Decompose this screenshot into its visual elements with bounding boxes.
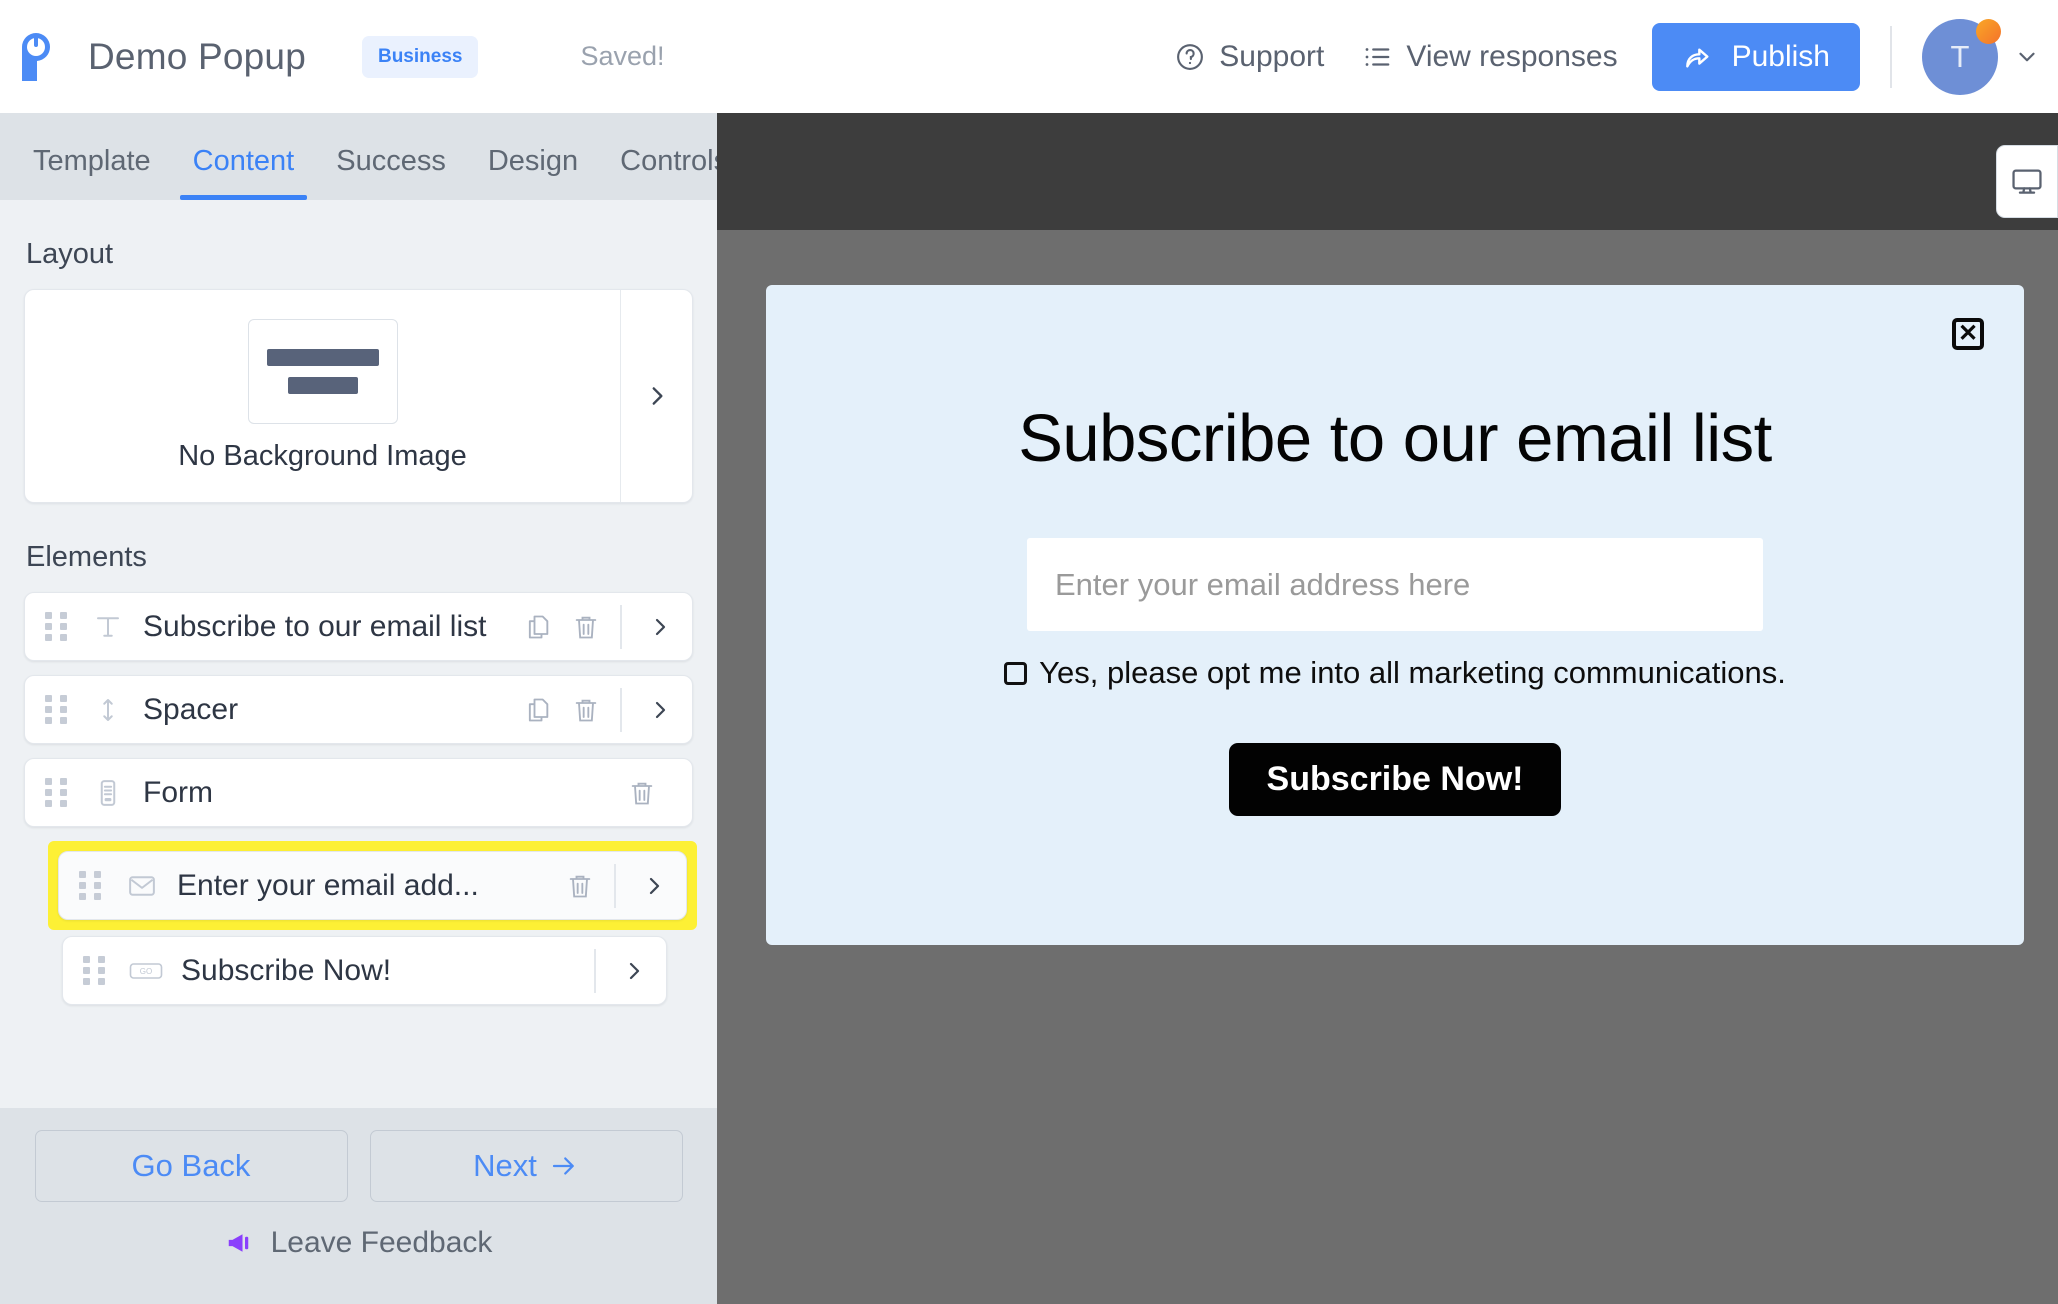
- avatar[interactable]: T: [1922, 18, 2001, 95]
- share-arrow-icon: [1682, 41, 1714, 73]
- elements-list: Subscribe to our email list Spacer Form …: [0, 592, 717, 1005]
- email-input[interactable]: [1027, 538, 1763, 632]
- optin-label: Yes, please opt me into all marketing co…: [1039, 655, 1786, 691]
- chevron-right-icon[interactable]: [620, 290, 692, 502]
- svg-text:GO: GO: [140, 967, 152, 976]
- go-back-label: Go Back: [131, 1148, 251, 1183]
- leave-feedback-link[interactable]: Leave Feedback: [225, 1226, 493, 1260]
- drag-handle-icon[interactable]: [45, 612, 69, 642]
- support-label: Support: [1219, 39, 1325, 73]
- list-icon: [1362, 42, 1392, 72]
- page-title: Demo Popup: [88, 35, 306, 77]
- drag-handle-icon[interactable]: [45, 778, 69, 808]
- tab-template[interactable]: Template: [12, 145, 172, 200]
- sidebar-footer: Go Back Next Leave Feedback: [0, 1108, 717, 1304]
- go-back-button[interactable]: Go Back: [34, 1130, 348, 1202]
- row-actions: [618, 769, 688, 817]
- header-actions: Support View responses Publish T: [1175, 0, 2058, 113]
- drag-handle-icon[interactable]: [79, 871, 103, 901]
- delete-icon[interactable]: [556, 862, 604, 910]
- next-button[interactable]: Next: [369, 1130, 683, 1202]
- preview-top-bar: [717, 113, 2058, 230]
- element-label: Spacer: [143, 692, 239, 726]
- action-divider: [594, 948, 596, 993]
- drag-handle-icon[interactable]: [45, 695, 69, 725]
- selected-element-highlight: Enter your email add...: [48, 841, 697, 930]
- delete-icon[interactable]: [562, 603, 610, 651]
- background-image-caption: No Background Image: [178, 440, 467, 472]
- action-divider: [620, 604, 622, 649]
- chevron-right-icon[interactable]: [626, 874, 682, 898]
- chevron-right-icon[interactable]: [632, 615, 688, 639]
- element-label: Form: [143, 775, 213, 809]
- vertical-resize-icon: [87, 689, 129, 731]
- go-button-icon: GO: [125, 950, 167, 992]
- question-circle-icon: [1175, 42, 1205, 72]
- action-divider: [620, 687, 622, 732]
- chevron-right-icon[interactable]: [606, 959, 662, 983]
- avatar-status-badge: [1976, 18, 2001, 44]
- element-label: Subscribe to our email list: [143, 609, 487, 643]
- publish-button[interactable]: Publish: [1651, 22, 1860, 91]
- editor-tabs: Template Content Success Design Controls: [0, 113, 728, 200]
- tab-design[interactable]: Design: [467, 145, 599, 200]
- background-image-preview: No Background Image: [25, 290, 620, 502]
- element-row-heading[interactable]: Subscribe to our email list: [24, 592, 693, 661]
- chevron-down-icon[interactable]: [2014, 44, 2040, 70]
- element-row-subscribe-button[interactable]: GO Subscribe Now!: [62, 936, 667, 1005]
- thumbnail-bar-bottom: [287, 377, 358, 394]
- save-status: Saved!: [580, 41, 665, 71]
- row-actions: [514, 686, 688, 734]
- arrow-right-icon: [549, 1151, 579, 1181]
- layout-section-label: Layout: [26, 238, 114, 270]
- layout-thumbnail-icon: [247, 319, 398, 424]
- support-link[interactable]: Support: [1175, 40, 1324, 74]
- chevron-right-icon[interactable]: [632, 698, 688, 722]
- envelope-icon: [121, 865, 163, 907]
- delete-icon[interactable]: [618, 769, 666, 817]
- background-image-card[interactable]: No Background Image: [24, 289, 693, 503]
- row-actions: [584, 948, 662, 993]
- wizard-nav: Go Back Next: [34, 1130, 683, 1202]
- pabbly-power-logo-icon: [18, 32, 62, 81]
- action-divider: [614, 863, 616, 908]
- element-row-spacer[interactable]: Spacer: [24, 675, 693, 744]
- copy-icon[interactable]: [514, 686, 562, 734]
- optin-row[interactable]: Yes, please opt me into all marketing co…: [766, 655, 2024, 691]
- element-label: Subscribe Now!: [181, 953, 392, 987]
- optin-checkbox[interactable]: [1004, 661, 1028, 685]
- text-type-icon: [87, 606, 129, 648]
- thumbnail-bar-top: [266, 349, 379, 366]
- leave-feedback-label: Leave Feedback: [270, 1226, 493, 1259]
- elements-section-label: Elements: [26, 541, 147, 573]
- element-row-email-field[interactable]: Enter your email add...: [58, 851, 687, 920]
- plan-badge: Business: [361, 35, 479, 78]
- popup-preview-canvas: ✕ Subscribe to our email list Yes, pleas…: [717, 113, 2058, 1304]
- popup-dialog: ✕ Subscribe to our email list Yes, pleas…: [766, 285, 2024, 945]
- form-icon: [87, 772, 129, 814]
- app-header: Demo Popup Business Saved! Support View …: [0, 0, 2058, 113]
- header-divider: [1890, 25, 1892, 88]
- sidebar-content: Layout No Background Image Elements Subs…: [0, 200, 717, 1221]
- element-label: Enter your email add...: [177, 868, 479, 902]
- element-row-form[interactable]: Form: [24, 758, 693, 827]
- tab-success[interactable]: Success: [315, 145, 467, 200]
- popup-heading: Subscribe to our email list: [1018, 401, 1772, 476]
- publish-label: Publish: [1731, 39, 1830, 73]
- brand: Demo Popup: [18, 32, 306, 81]
- megaphone-icon: [225, 1228, 255, 1258]
- copy-icon[interactable]: [514, 603, 562, 651]
- next-label: Next: [473, 1148, 537, 1183]
- view-responses-label: View responses: [1406, 39, 1618, 73]
- drag-handle-icon[interactable]: [83, 956, 107, 986]
- row-actions: [556, 862, 682, 910]
- view-responses-link[interactable]: View responses: [1362, 39, 1618, 74]
- tab-content[interactable]: Content: [172, 145, 316, 200]
- delete-icon[interactable]: [562, 686, 610, 734]
- subscribe-now-button[interactable]: Subscribe Now!: [1228, 743, 1562, 817]
- editor-sidebar: Template Content Success Design Controls…: [0, 113, 728, 1304]
- row-actions: [514, 603, 688, 651]
- close-icon[interactable]: ✕: [1952, 318, 1984, 350]
- desktop-monitor-icon[interactable]: [1996, 145, 2058, 218]
